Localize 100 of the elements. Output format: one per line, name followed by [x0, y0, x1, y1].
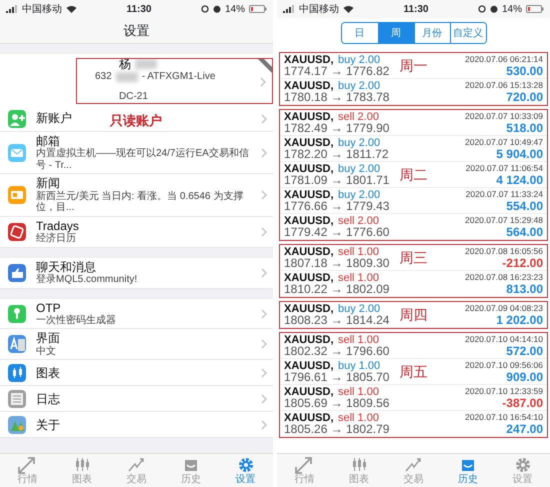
- trade-time: 2020.07.10 04:14:10: [465, 333, 543, 345]
- trade-row[interactable]: XAUUSD, buy 2.00 2020.07.07 10:49:47 1782.20 → 1811.72 5 904.00: [280, 136, 547, 162]
- settings-row[interactable]: 邮箱 内置虚拟主机——现在可以24/7运行EA交易和信号 - Tr...: [0, 132, 273, 174]
- chevron-icon: [261, 226, 267, 237]
- gear-icon: [236, 456, 255, 474]
- mail-icon: [8, 144, 26, 162]
- tab-bar-item[interactable]: 历史: [440, 456, 496, 485]
- candlestick-icon: [8, 364, 26, 382]
- trade-icon: [404, 456, 422, 474]
- row-subtitle: 内置虚拟主机——现在可以24/7运行EA交易和信号 - Tr...: [36, 148, 250, 172]
- thumbs-up-icon: [8, 264, 26, 282]
- trade-row[interactable]: XAUUSD, sell 1.00 2020.07.08 16:23:23 1810.22 → 1802.09 813.00: [280, 271, 547, 297]
- row-title: 新账户: [36, 111, 72, 126]
- order-side-label: sell 1.00: [338, 386, 379, 398]
- trade-row[interactable]: XAUUSD, sell 2.00 2020.07.07 10:33:09 1782.49 → 1779.90 518.00: [280, 110, 547, 136]
- log-icon: [8, 390, 26, 408]
- tab-bar-item[interactable]: 设置: [218, 456, 273, 485]
- symbol-label: XAUUSD,: [284, 189, 334, 201]
- profit-value: 247.00: [506, 423, 543, 436]
- price-range: 1776.66 → 1779.43: [284, 200, 390, 213]
- trade-row[interactable]: XAUUSD, buy 2.00 2020.07.06 15:13:28 1780.18 → 1783.78 720.00: [280, 79, 547, 105]
- settings-row[interactable]: 界面 中文: [0, 329, 273, 360]
- alarm-icon: [490, 5, 498, 13]
- chevron-icon: [261, 394, 267, 404]
- order-side-label: buy 2.00: [338, 303, 380, 315]
- week-label: 周五: [400, 362, 428, 382]
- trade-row[interactable]: XAUUSD, sell 1.00 2020.07.10 04:14:10 1802.32 → 1796.60 572.00: [280, 333, 547, 359]
- row-subtitle: 登录MQL5.community!: [36, 274, 138, 286]
- trade-row[interactable]: XAUUSD, sell 1.00 2020.07.10 12:33:59 1805.69 → 1809.56 -387.00: [280, 385, 547, 411]
- symbol-label: XAUUSD,: [284, 334, 334, 346]
- profit-value: 564.00: [506, 226, 543, 239]
- price-range: 1779.42 → 1776.60: [284, 226, 390, 239]
- price-range: 1807.18 → 1809.30: [284, 257, 390, 270]
- trade-time: 2020.07.10 09:56:06: [465, 359, 543, 371]
- row-title: 图表: [36, 366, 60, 380]
- add-user-icon: [8, 110, 26, 128]
- chevron-icon: [261, 190, 267, 200]
- language-icon: [8, 335, 26, 354]
- trade-row[interactable]: XAUUSD, sell 1.00 2020.07.10 16:54:10 1805.26 → 1802.79 247.00: [280, 411, 547, 437]
- signal-icon: [6, 5, 18, 13]
- trade-time: 2020.07.08 16:23:23: [465, 271, 543, 283]
- order-side-label: buy 2.00: [338, 54, 380, 66]
- alarm-icon: [212, 5, 221, 13]
- segment-tab[interactable]: 自定义: [450, 23, 486, 43]
- order-side-label: sell 1.00: [338, 272, 379, 284]
- chevron-icon: [261, 420, 267, 430]
- chevron-icon: [261, 148, 267, 158]
- profit-value: 4 124.00: [496, 174, 543, 187]
- week-label: 周三: [400, 248, 428, 268]
- trade-time: 2020.07.07 15:29:48: [465, 214, 543, 226]
- price-range: 1782.49 → 1779.90: [284, 122, 390, 135]
- profit-value: 813.00: [506, 283, 543, 296]
- wifi-icon: [343, 5, 354, 13]
- row-title: 邮箱: [36, 134, 60, 148]
- settings-row[interactable]: 日志: [0, 386, 273, 412]
- profit-value: 1 202.00: [496, 314, 543, 327]
- settings-row[interactable]: OTP 一次性密码生成器: [0, 298, 273, 330]
- redaction-blur: [135, 59, 157, 70]
- settings-row[interactable]: 关于: [0, 412, 273, 438]
- segment-tab[interactable]: 周: [378, 23, 414, 43]
- settings-row[interactable]: 新闻 新西兰元/美元 当日内: 看涨。当 0.6546 为支撑位，目...: [0, 174, 273, 217]
- news-icon: [8, 186, 26, 204]
- trade-row[interactable]: XAUUSD, buy 2.00 2020.07.07 11:33:24 1776.66 → 1779.43 554.00: [280, 188, 547, 214]
- profit-value: 572.00: [506, 345, 543, 358]
- order-side-label: buy 2.00: [338, 189, 380, 201]
- price-range: 1802.32 → 1796.60: [284, 345, 390, 358]
- profit-value: -212.00: [502, 257, 543, 270]
- row-title: 日志: [36, 392, 60, 406]
- price-range: 1782.20 → 1811.72: [284, 148, 389, 161]
- settings-row[interactable]: 新账户 只读账户: [0, 106, 273, 132]
- row-title: 新闻: [36, 176, 60, 190]
- symbol-label: XAUUSD,: [284, 386, 334, 398]
- account-server: - ATFXGM1-Live: [142, 71, 216, 83]
- account-login: 632: [95, 71, 112, 83]
- battery-percent: 14%: [502, 2, 522, 16]
- profit-value: 530.00: [506, 65, 543, 78]
- quotes-icon: [295, 456, 314, 474]
- status-time: 11:30: [126, 2, 152, 16]
- symbol-label: XAUUSD,: [284, 80, 334, 92]
- trade-time: 2020.07.07 10:49:47: [465, 136, 543, 148]
- trade-time: 2020.07.10 12:33:59: [465, 385, 543, 397]
- trade-time: 2020.07.06 06:21:14: [465, 53, 543, 65]
- row-subtitle: 新西兰元/美元 当日内: 看涨。当 0.6546 为支撑位，目...: [36, 190, 244, 214]
- chevron-icon: [261, 368, 267, 378]
- order-side-label: buy 2.00: [338, 163, 380, 175]
- app-logo-icon: [8, 416, 26, 434]
- rotation-lock-icon: [200, 5, 209, 13]
- row-title: Tradays: [36, 218, 79, 233]
- row-title: 聊天和消息: [36, 260, 96, 274]
- battery-percent: 14%: [224, 2, 245, 16]
- profit-value: 518.00: [506, 122, 543, 135]
- settings-row[interactable]: 图表: [0, 360, 273, 386]
- settings-row[interactable]: Tradays 经济日历: [0, 216, 273, 248]
- annotation-text: 只读账户: [110, 112, 162, 130]
- price-range: 1774.17 → 1776.82: [284, 65, 390, 78]
- price-range: 1781.09 → 1801.71: [284, 174, 390, 187]
- row-subtitle: 经济日历: [36, 233, 76, 245]
- trade-row[interactable]: XAUUSD, sell 2.00 2020.07.07 15:29:48 1779.42 → 1776.60 564.00: [280, 214, 547, 240]
- settings-row[interactable]: 聊天和消息 登录MQL5.community!: [0, 258, 273, 289]
- profit-value: -387.00: [502, 397, 543, 410]
